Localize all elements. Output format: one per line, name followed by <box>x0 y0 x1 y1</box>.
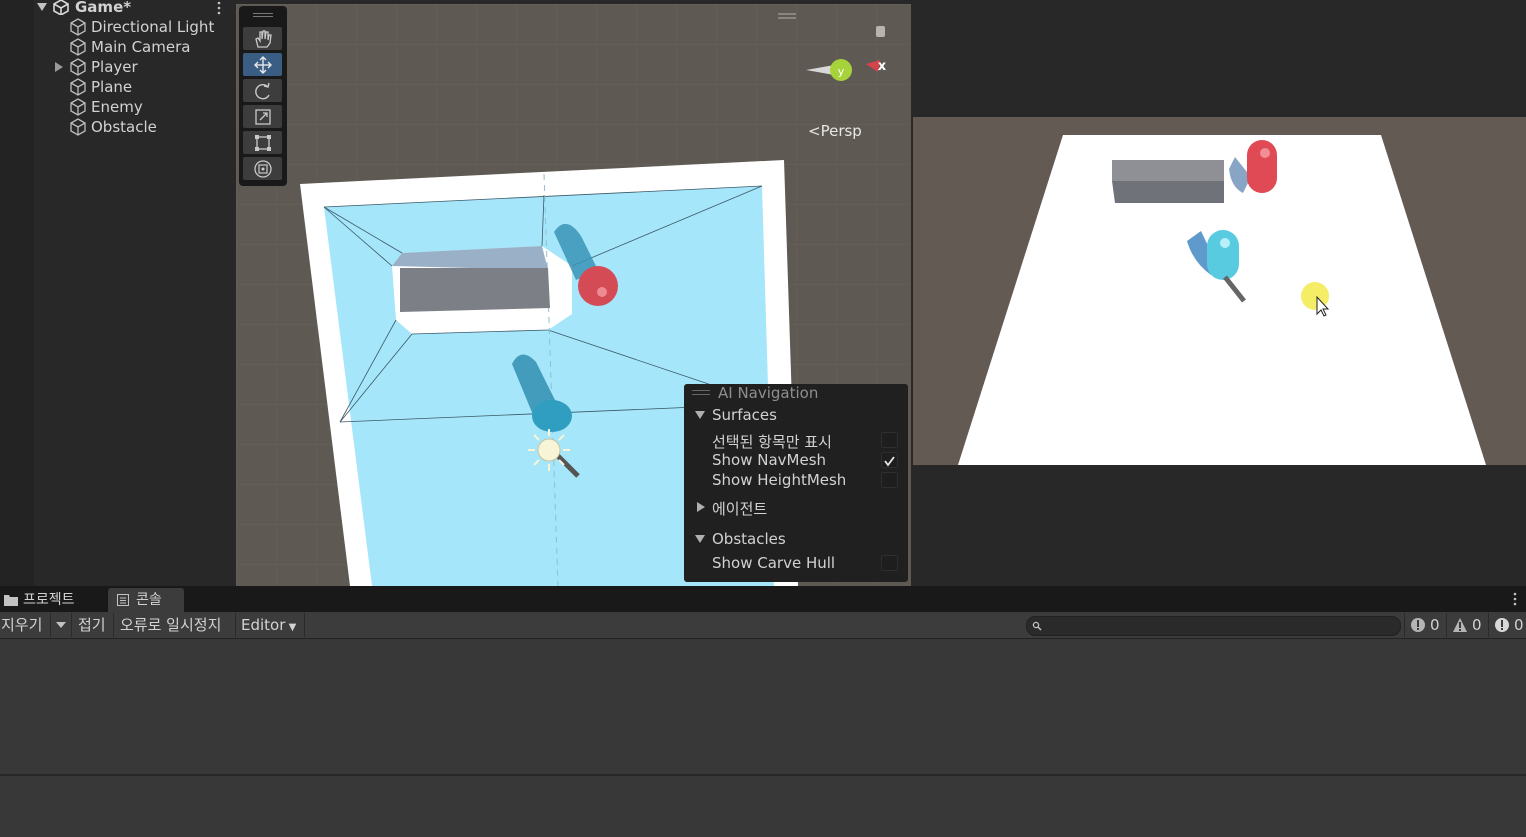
show-selected-only-checkbox[interactable] <box>881 432 898 448</box>
hierarchy-item[interactable]: Main Camera <box>0 37 235 57</box>
gizmo-y-label: y <box>838 65 845 78</box>
game-player <box>1207 230 1239 280</box>
light-gizmo <box>528 429 570 471</box>
expand-arrow-icon[interactable] <box>37 3 47 11</box>
move-tool-button[interactable] <box>243 53 282 76</box>
show-heightmesh-label: Show HeightMesh <box>712 471 847 489</box>
hierarchy-item-label: Player <box>91 58 138 76</box>
gameobject-cube-icon <box>70 78 86 96</box>
warning-icon <box>1453 618 1467 632</box>
gizmo-x-label: x <box>878 59 887 74</box>
error-pause-button[interactable]: 오류로 일시정지 <box>120 613 221 637</box>
hierarchy-item[interactable]: Obstacle <box>0 117 235 137</box>
unity-scene-icon <box>53 0 69 15</box>
scale-tool-button[interactable] <box>243 105 282 128</box>
surfaces-foldout[interactable]: Surfaces <box>712 406 777 424</box>
show-carve-hull-label: Show Carve Hull <box>712 554 836 572</box>
rotate-tool-icon <box>255 82 270 100</box>
rotate-tool-button[interactable] <box>243 79 282 102</box>
collapse-button[interactable]: 접기 <box>78 613 106 637</box>
editor-dropdown[interactable]: Editor ▼ <box>241 613 296 637</box>
info-icon <box>1411 618 1425 632</box>
overlay-drag-handle[interactable] <box>692 390 710 395</box>
player-object <box>532 400 572 432</box>
persp-icon: < <box>808 122 821 140</box>
enemy-object <box>578 266 618 306</box>
game-canvas[interactable] <box>913 117 1526 465</box>
hierarchy-item[interactable]: Enemy <box>0 97 235 117</box>
overlay-title: AI Navigation <box>718 384 819 402</box>
error-icon <box>1495 618 1509 632</box>
console-detail-area[interactable] <box>0 775 1526 837</box>
hierarchy-item-label: Plane <box>91 78 133 96</box>
bottom-tab-bar <box>0 586 1526 612</box>
transform-tool-button[interactable] <box>243 157 282 180</box>
gameobject-cube-icon <box>70 38 86 56</box>
more-options-icon[interactable] <box>216 1 222 15</box>
game-view[interactable] <box>913 117 1526 465</box>
show-navmesh-checkbox[interactable] <box>881 452 898 468</box>
panel-menu-icon[interactable] <box>1512 592 1518 606</box>
rect-tool-button[interactable] <box>243 131 282 154</box>
hand-tool-button[interactable] <box>243 27 282 50</box>
tool-strip <box>239 6 287 186</box>
hierarchy-scene-row[interactable]: Game* <box>0 0 235 17</box>
error-count-toggle[interactable]: 0 <box>1494 613 1526 637</box>
console-icon <box>117 594 129 606</box>
gameobject-cube-icon <box>70 18 86 36</box>
game-enemy <box>1247 140 1277 193</box>
warning-count-toggle[interactable]: 0 <box>1452 613 1484 637</box>
show-selected-only-label: 선택된 항목만 표시 <box>712 433 832 451</box>
scene-name: Game* <box>75 0 132 16</box>
expand-arrow-icon[interactable] <box>55 62 63 72</box>
transform-tool-icon <box>254 160 272 178</box>
hierarchy-item-label: Obstacle <box>91 118 157 136</box>
hierarchy-item-label: Enemy <box>91 98 143 116</box>
console-log-list[interactable] <box>0 639 1526 774</box>
obstacles-foldout-arrow-icon[interactable] <box>695 535 705 543</box>
hierarchy-item-label: Directional Light <box>91 18 215 36</box>
hierarchy-item[interactable]: Directional Light <box>0 17 235 37</box>
surfaces-foldout-arrow-icon[interactable] <box>695 411 705 419</box>
hierarchy-item[interactable]: Plane <box>0 77 235 97</box>
projection-toggle[interactable]: <Persp <box>808 122 862 140</box>
tab-console[interactable]: 콘솔 <box>108 588 184 612</box>
folder-icon <box>4 595 18 606</box>
orientation-gizmo[interactable]: y x <box>800 20 900 90</box>
ai-navigation-overlay: AI Navigation Surfaces 선택된 항목만 표시 Show N… <box>684 384 908 582</box>
clear-button[interactable]: 지우기 <box>1 613 42 637</box>
tab-project[interactable]: 프로젝트 <box>0 588 100 612</box>
hierarchy-item[interactable]: Player <box>0 57 235 77</box>
hand-tool-icon <box>255 30 272 48</box>
obstacles-foldout[interactable]: Obstacles <box>712 530 786 548</box>
gameobject-cube-icon <box>70 58 86 76</box>
gameobject-cube-icon <box>70 98 86 116</box>
show-heightmesh-checkbox[interactable] <box>881 472 898 488</box>
console-search-input[interactable] <box>1026 616 1401 636</box>
show-navmesh-label: Show NavMesh <box>712 451 827 469</box>
lock-icon <box>876 26 885 37</box>
info-count-toggle[interactable]: 0 <box>1410 613 1442 637</box>
scale-tool-icon <box>255 109 271 125</box>
checkmark-icon <box>884 456 895 467</box>
clear-options-dropdown-icon[interactable] <box>56 622 66 628</box>
rect-tool-icon <box>255 135 271 151</box>
agents-foldout-arrow-icon[interactable] <box>697 502 705 512</box>
obstacle-object <box>400 268 550 312</box>
agents-foldout[interactable]: 에이전트 <box>712 498 767 519</box>
gameobject-cube-icon <box>70 118 86 136</box>
game-obstacle <box>1112 181 1224 203</box>
hierarchy-item-label: Main Camera <box>91 38 191 56</box>
show-carve-hull-checkbox[interactable] <box>881 555 898 571</box>
dropdown-arrow-icon: ▼ <box>285 622 297 633</box>
move-tool-icon <box>254 56 272 74</box>
search-icon <box>1032 621 1042 631</box>
